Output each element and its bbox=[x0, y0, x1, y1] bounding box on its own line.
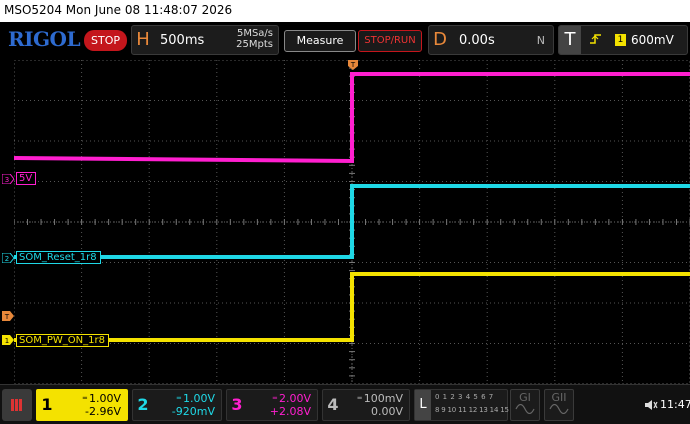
datetime: Mon June 08 11:48:07 2026 bbox=[65, 3, 233, 17]
channel-1-offset-marker[interactable]: 1 bbox=[2, 335, 14, 345]
channel-1-offset: -2.96V bbox=[85, 405, 121, 418]
dc-coupling-icon: ═ bbox=[82, 394, 87, 402]
channel-1-label-text: SOM_PW_ON_1r8 bbox=[19, 335, 105, 346]
channel-3-offset: +2.08V bbox=[269, 405, 311, 418]
clock: 11:47 bbox=[660, 398, 690, 411]
logic-channels-row-1: 0 1 2 3 4 5 6 7 bbox=[435, 393, 494, 401]
ch3-marker-text: 3 bbox=[5, 176, 9, 184]
channel-1-trace bbox=[14, 272, 690, 342]
channel-3-scale: ═ 2.00V bbox=[272, 392, 311, 405]
acquisition-info: 5MSa/s 25Mpts bbox=[236, 28, 273, 50]
channel-2-number: 2 bbox=[137, 395, 149, 414]
logic-analyzer-letter: L bbox=[415, 390, 431, 420]
timebase-value: 500ms bbox=[160, 33, 205, 48]
channel-4-offset: 0.00V bbox=[370, 405, 403, 418]
ch2-marker-text: 2 bbox=[5, 255, 9, 263]
trigger-letter: T bbox=[559, 26, 581, 54]
run-state-badge[interactable]: STOP bbox=[84, 30, 127, 51]
generator-1-label: GI bbox=[519, 391, 531, 404]
model-name: MSO5204 bbox=[4, 3, 62, 17]
trigger-position-marker[interactable]: T bbox=[348, 60, 358, 70]
channel-2-offset: -920mV bbox=[171, 405, 215, 418]
status-bar: 1 ═ 1.00V -2.96V 2 ═ 1.00V -920mV 3 ═ 2.00V… bbox=[0, 384, 690, 424]
rising-edge-icon bbox=[590, 34, 601, 44]
ch1-marker-text: 1 bbox=[5, 337, 9, 345]
trigger-level-marker-text: T bbox=[4, 313, 10, 321]
trigger-level-marker[interactable]: T bbox=[2, 311, 14, 321]
channel-4-scale: ═ 100mV bbox=[357, 392, 403, 405]
channel-2-scale: ═ 1.00V bbox=[176, 392, 215, 405]
generator-2-label: GII bbox=[551, 391, 567, 404]
logic-analyzer-box[interactable]: L 0 1 2 3 4 5 6 7 8 9 10 11 12 13 14 15 bbox=[414, 389, 509, 421]
dc-coupling-icon: ═ bbox=[176, 394, 181, 402]
channel-1-label[interactable]: SOM_PW_ON_1r8 bbox=[16, 334, 109, 347]
channel-3-label[interactable]: 5V bbox=[16, 172, 37, 185]
channel-3-label-text: 5V bbox=[19, 173, 33, 184]
sine-wave-icon bbox=[549, 404, 569, 414]
delay-value: 0.00s bbox=[459, 33, 495, 48]
channel-3-offset-marker[interactable]: 3 bbox=[2, 174, 14, 184]
sine-wave-icon bbox=[515, 404, 535, 414]
graticule bbox=[14, 60, 690, 384]
channel-1-scale: ═ 1.00V bbox=[82, 392, 121, 405]
trigger-settings[interactable]: T 1 600mV bbox=[558, 25, 688, 55]
channel-3-trace bbox=[14, 72, 690, 164]
title-text: MSO5204 Mon June 08 11:48:07 2026 bbox=[4, 3, 232, 17]
channel-4-box[interactable]: 4 ═ 100mV 0.00V bbox=[322, 389, 410, 421]
dc-coupling-icon: ═ bbox=[272, 394, 277, 402]
channel-1-box[interactable]: 1 ═ 1.00V -2.96V bbox=[36, 389, 128, 421]
horizontal-letter: H bbox=[136, 29, 150, 50]
channel-2-label-text: SOM_Reset_1r8 bbox=[19, 252, 97, 263]
dc-coupling-icon: ═ bbox=[357, 394, 362, 402]
trigger-source: 1 bbox=[615, 34, 626, 46]
main-menu-button[interactable] bbox=[2, 389, 32, 421]
channel-2-trace bbox=[14, 184, 690, 259]
measure-button[interactable]: Measure bbox=[284, 30, 356, 52]
generator-1-button[interactable]: GI bbox=[510, 389, 540, 421]
channel-1-number: 1 bbox=[37, 390, 57, 420]
channel-3-number: 3 bbox=[231, 395, 243, 414]
channel-2-label[interactable]: SOM_Reset_1r8 bbox=[16, 251, 101, 264]
channel-2-offset-marker[interactable]: 2 bbox=[2, 253, 14, 263]
title-strip: MSO5204 Mon June 08 11:48:07 2026 bbox=[0, 0, 690, 22]
logic-channels-row-2: 8 9 10 11 12 13 14 15 bbox=[435, 406, 509, 414]
waveform-area[interactable]: T 5V SOM_Reset_1r8 SOM_PW_ON_1r8 bbox=[14, 60, 690, 384]
top-toolbar: RIGOL STOP H 500ms 5MSa/s 25Mpts Measure… bbox=[0, 22, 690, 60]
delay-letter: D bbox=[433, 29, 447, 50]
sample-rate: 5MSa/s bbox=[236, 28, 273, 39]
brand-logo: RIGOL bbox=[8, 27, 81, 51]
memory-depth: 25Mpts bbox=[236, 39, 273, 50]
channel-2-box[interactable]: 2 ═ 1.00V -920mV bbox=[132, 389, 222, 421]
delay-settings[interactable]: D 0.00s N bbox=[428, 25, 554, 55]
delay-mode: N bbox=[536, 34, 545, 47]
generator-2-button[interactable]: GII bbox=[544, 389, 574, 421]
trigger-level: 600mV bbox=[631, 33, 674, 47]
stop-run-button[interactable]: STOP/RUN bbox=[358, 30, 422, 52]
channel-3-box[interactable]: 3 ═ 2.00V +2.08V bbox=[226, 389, 318, 421]
horizontal-settings[interactable]: H 500ms 5MSa/s 25Mpts bbox=[131, 25, 279, 55]
speaker-icon[interactable] bbox=[644, 398, 658, 412]
channel-4-number: 4 bbox=[327, 395, 339, 414]
trigger-marker-text: T bbox=[350, 61, 356, 69]
